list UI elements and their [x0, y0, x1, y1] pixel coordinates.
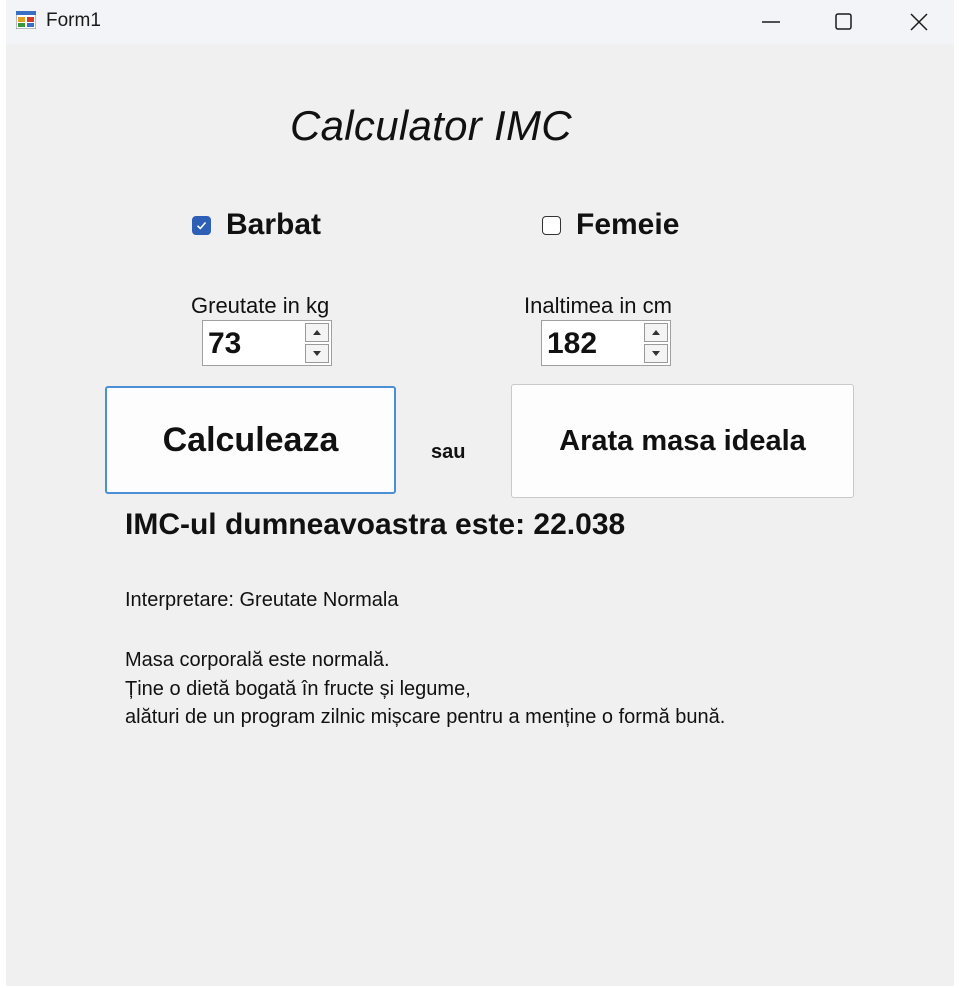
female-checkbox[interactable]: Femeie — [542, 208, 679, 242]
window-title: Form1 — [46, 10, 101, 31]
advice-line: Masa corporală este normală. — [125, 649, 390, 671]
weight-numeric-input[interactable]: 73 — [202, 320, 332, 366]
close-icon — [910, 13, 928, 31]
weight-spin-up-button[interactable] — [305, 323, 329, 342]
title-bar: Form1 — [6, 0, 954, 44]
advice-line: Ține o dietă bogată în fructe și legume, — [125, 677, 471, 700]
weight-value[interactable]: 73 — [208, 327, 241, 361]
male-checkbox[interactable]: Barbat — [192, 208, 321, 242]
close-button[interactable] — [884, 0, 954, 44]
calculate-button-label: Calculeaza — [162, 420, 339, 459]
arrow-down-icon — [652, 351, 660, 356]
height-spinner[interactable] — [644, 323, 668, 363]
female-label[interactable]: Femeie — [576, 208, 679, 242]
weight-spin-down-button[interactable] — [305, 344, 329, 363]
advice-line: alături de un program zilnic mișcare pen… — [125, 706, 726, 728]
weight-spinner[interactable] — [305, 323, 329, 363]
show-ideal-weight-label: Arata masa ideala — [559, 424, 806, 457]
interpretation-text: Interpretare: Greutate Normala — [125, 589, 399, 611]
height-spin-down-button[interactable] — [644, 344, 668, 363]
app-icon — [15, 10, 37, 30]
minimize-icon — [762, 21, 780, 23]
maximize-icon — [835, 13, 852, 30]
minimize-button[interactable] — [736, 0, 806, 44]
show-ideal-weight-button[interactable]: Arata masa ideala — [511, 384, 854, 498]
app-window: Form1 Calculator IMC Barbat Femeie Greut… — [6, 0, 954, 986]
height-label: Inaltimea in cm — [524, 293, 672, 318]
arrow-up-icon — [313, 330, 321, 335]
bmi-result: IMC-ul dumneavoastra este: 22.038 — [125, 508, 626, 541]
arrow-up-icon — [652, 330, 660, 335]
page-title: Calculator IMC — [290, 102, 572, 149]
or-label: sau — [431, 441, 466, 463]
height-spin-up-button[interactable] — [644, 323, 668, 342]
height-numeric-input[interactable]: 182 — [541, 320, 671, 366]
advice-text: Masa corporală este normală. Ține o diet… — [125, 646, 725, 732]
height-value[interactable]: 182 — [547, 327, 597, 361]
calculate-button[interactable]: Calculeaza — [105, 386, 396, 494]
arrow-down-icon — [313, 351, 321, 356]
weight-label: Greutate in kg — [191, 293, 330, 318]
maximize-button[interactable] — [809, 0, 879, 44]
male-label[interactable]: Barbat — [226, 208, 321, 242]
checkbox-unchecked-icon[interactable] — [542, 215, 561, 235]
checkbox-checked-icon[interactable] — [192, 215, 211, 235]
